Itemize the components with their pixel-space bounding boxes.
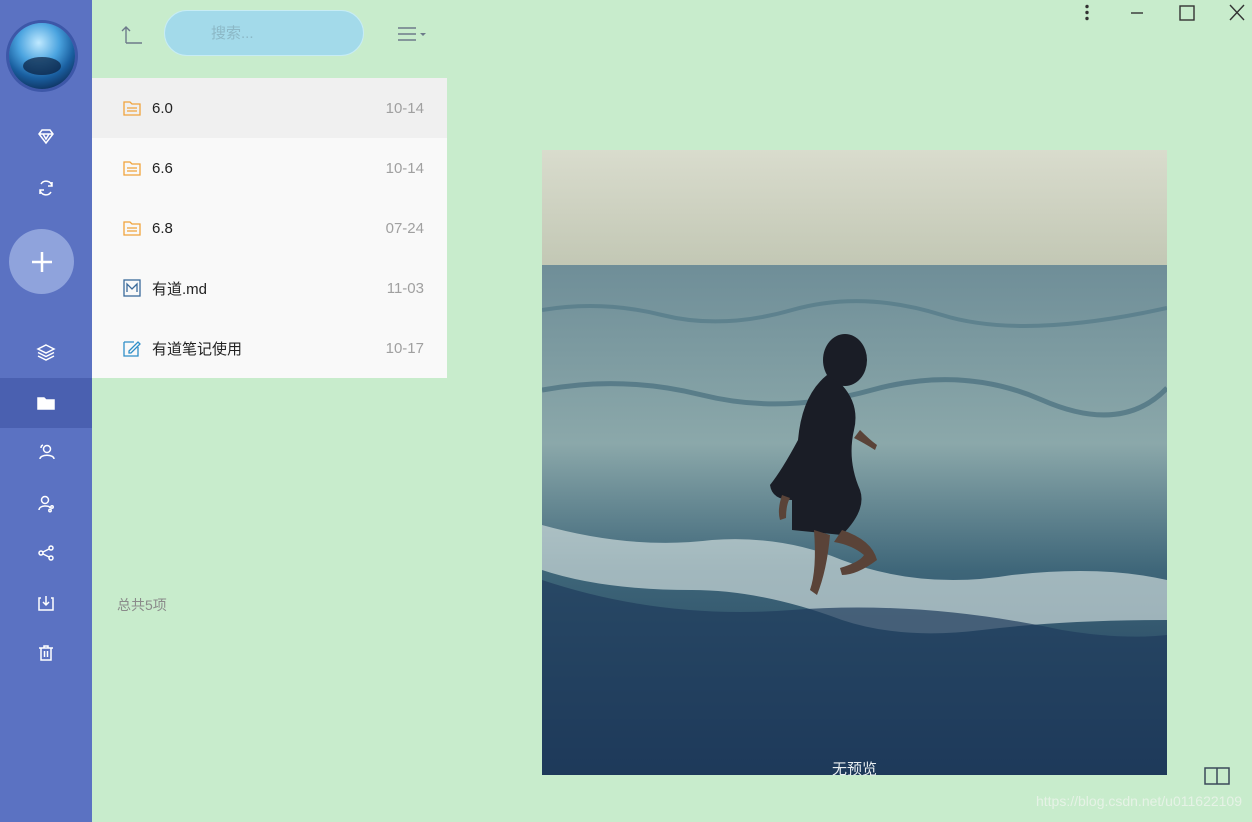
folder-icon	[122, 158, 142, 178]
share-icon[interactable]	[0, 528, 92, 578]
maximize-button[interactable]	[1175, 4, 1199, 22]
note-file-icon	[122, 338, 142, 358]
list-item[interactable]: 6.0 10-14	[92, 78, 447, 138]
user-share-icon[interactable]	[0, 478, 92, 528]
diamond-icon[interactable]	[0, 112, 92, 162]
file-name: 6.8	[152, 219, 173, 237]
preview-caption: 无预览	[831, 761, 877, 778]
search-input[interactable]	[164, 10, 364, 56]
file-date: 11-03	[386, 279, 424, 297]
file-name: 6.6	[152, 159, 173, 177]
maximize-icon	[1179, 5, 1195, 21]
list-item[interactable]: 有道.md 11-03	[92, 258, 447, 318]
list-item[interactable]: 6.6 10-14	[92, 138, 447, 198]
folder-icon[interactable]	[0, 378, 92, 428]
close-button[interactable]	[1225, 4, 1249, 22]
close-icon	[1229, 4, 1245, 21]
file-name: 6.0	[152, 99, 173, 117]
file-list: 6.0 10-14 6.6 10-14 6.8 07-24 有道.md 11-0…	[92, 78, 447, 378]
list-menu-icon	[398, 27, 426, 41]
view-menu-button[interactable]	[396, 24, 428, 44]
folder-icon	[122, 218, 142, 238]
sidebar	[0, 0, 92, 822]
file-date: 10-14	[385, 159, 424, 177]
trash-icon[interactable]	[0, 628, 92, 678]
file-date: 07-24	[385, 219, 424, 237]
more-vertical-icon	[1085, 4, 1089, 21]
add-button[interactable]	[9, 229, 74, 294]
minimize-icon	[1131, 12, 1143, 14]
split-panel-icon	[1204, 767, 1230, 785]
item-count: 总共5项	[117, 597, 167, 613]
up-arrow-icon	[121, 26, 142, 44]
avatar[interactable]	[9, 23, 75, 89]
minimize-button[interactable]	[1125, 4, 1149, 22]
download-box-icon[interactable]	[0, 578, 92, 628]
plus-icon	[31, 251, 52, 272]
contacts-icon[interactable]	[0, 427, 92, 477]
more-options-button[interactable]	[1075, 4, 1099, 22]
up-level-button[interactable]	[120, 23, 144, 45]
layers-icon[interactable]	[0, 327, 92, 377]
markdown-file-icon	[122, 278, 142, 298]
watermark: https://blog.csdn.net/u011622109	[1035, 793, 1242, 809]
list-item[interactable]: 6.8 07-24	[92, 198, 447, 258]
list-item[interactable]: 有道笔记使用 10-17	[92, 318, 447, 378]
folder-icon	[122, 98, 142, 118]
file-name: 有道笔记使用	[152, 340, 243, 358]
sync-icon[interactable]	[0, 163, 92, 213]
file-name: 有道.md	[152, 280, 208, 298]
file-date: 10-17	[385, 339, 424, 357]
preview-image	[542, 150, 1167, 775]
file-date: 10-14	[385, 99, 424, 117]
panel-toggle-button[interactable]	[1204, 766, 1230, 786]
